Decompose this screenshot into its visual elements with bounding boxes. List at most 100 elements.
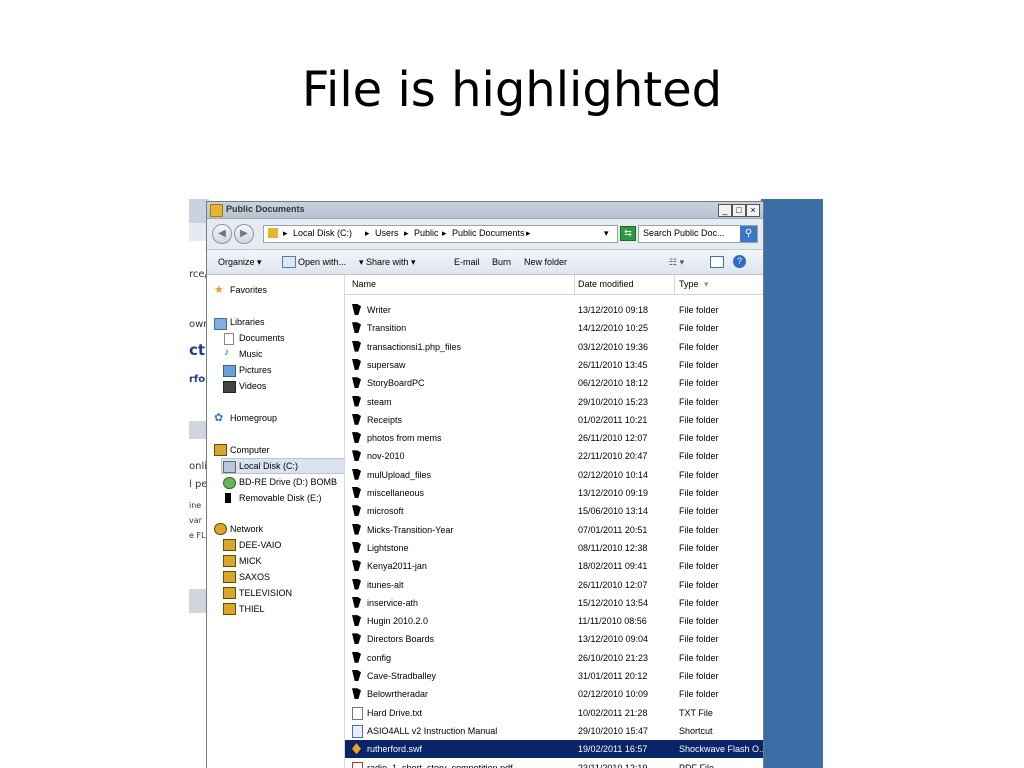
folder-icon: [352, 395, 361, 407]
nav-removable-disk[interactable]: Removable Disk (E:): [239, 493, 322, 503]
file-type: File folder: [679, 689, 719, 700]
file-date-modified: 18/02/2011 09:41: [578, 561, 648, 572]
search-icon[interactable]: ⚲: [740, 226, 757, 242]
nav-network-item[interactable]: SAXOS: [239, 572, 270, 582]
file-row[interactable]: radio_1_short_story_competition.pdf 23/11…: [345, 759, 763, 768]
sort-chevron-icon[interactable]: ▾: [704, 279, 709, 290]
file-row[interactable]: Kenya2011-jan 18/02/2011 09:41 File folder: [345, 557, 763, 575]
file-list: Name Date modified Type ▾ Writer 13/12/20…: [345, 275, 763, 768]
column-type[interactable]: Type: [679, 279, 699, 289]
file-row[interactable]: nov-2010 22/11/2010 20:47 File folder: [345, 447, 763, 465]
file-type: File folder: [679, 341, 719, 352]
nav-computer[interactable]: Computer: [230, 445, 270, 455]
window-icon: [282, 256, 296, 268]
libraries-icon: [214, 318, 227, 330]
breadcrumb-public[interactable]: Public: [414, 228, 439, 238]
search-input[interactable]: Search Public Doc... ⚲: [638, 225, 758, 243]
file-row[interactable]: miscellaneous 13/12/2010 09:19 File folder: [345, 484, 763, 502]
file-row[interactable]: Receipts 01/02/2011 10:21 File folder: [345, 411, 763, 429]
column-name[interactable]: Name: [352, 279, 376, 289]
window-title: Public Documents: [226, 204, 305, 214]
forward-button[interactable]: ▶: [234, 224, 254, 244]
file-row[interactable]: Transition 14/12/2010 10:25 File folder: [345, 319, 763, 337]
file-row[interactable]: photos from mems 26/11/2010 12:07 File fol…: [345, 429, 763, 447]
new-folder-button[interactable]: New folder: [524, 257, 567, 267]
breadcrumb-public-documents[interactable]: Public Documents: [452, 228, 525, 238]
nav-pictures[interactable]: Pictures: [239, 365, 272, 375]
file-name: transactionsi1.php_files: [367, 341, 462, 352]
file-row-selected[interactable]: rutherford.swf 19/02/2011 16:57 Shockwave …: [345, 740, 763, 759]
file-row[interactable]: Belowrtheradar 02/12/2010 10:09 File folde…: [345, 685, 763, 703]
chevron-right-icon[interactable]: ▸: [442, 228, 447, 239]
computer-icon: [223, 603, 236, 615]
nav-network-item[interactable]: DEE-VAIO: [239, 540, 281, 550]
file-type: File folder: [679, 451, 719, 462]
nav-videos[interactable]: Videos: [239, 381, 266, 391]
nav-homegroup[interactable]: Homegroup: [230, 413, 277, 423]
file-type: File folder: [679, 652, 719, 663]
file-row[interactable]: Lightstone 08/11/2010 12:38 File folder: [345, 539, 763, 557]
bg-text: l pe: [189, 479, 208, 490]
organize-button[interactable]: Organize ▾: [218, 257, 262, 268]
burn-button[interactable]: Burn: [492, 257, 511, 267]
chevron-right-icon[interactable]: ▸: [365, 228, 370, 239]
close-button[interactable]: ×: [746, 204, 760, 217]
chevron-right-icon[interactable]: ▸: [526, 228, 531, 239]
maximize-button[interactable]: □: [732, 204, 746, 217]
folder-icon: [352, 377, 361, 389]
nav-network[interactable]: Network: [230, 524, 263, 534]
nav-music[interactable]: Music: [239, 349, 263, 359]
file-row[interactable]: Micks-Transition-Year 07/01/2011 20:51 Fil…: [345, 521, 763, 539]
help-icon[interactable]: ?: [733, 255, 746, 268]
breadcrumb-users[interactable]: Users: [375, 228, 399, 238]
slide-title: File is highlighted: [301, 62, 723, 118]
address-dropdown-icon[interactable]: ▾: [604, 228, 609, 239]
column-divider[interactable]: [574, 275, 575, 294]
nav-local-disk[interactable]: Local Disk (C:): [239, 461, 298, 471]
file-row[interactable]: inservice-ath 15/12/2010 13:54 File folder: [345, 594, 763, 612]
file-type: File folder: [679, 378, 719, 389]
nav-libraries[interactable]: Libraries: [230, 317, 265, 327]
file-row[interactable]: Hard Drive.txt 10/02/2011 21:28 TXT File: [345, 704, 763, 722]
file-row[interactable]: Cave-Stradballey 31/01/2011 20:12 File fol…: [345, 667, 763, 685]
minimize-button[interactable]: _: [718, 204, 732, 217]
nav-network-item[interactable]: MICK: [239, 556, 262, 566]
file-row[interactable]: Directors Boards 13/12/2010 09:04 File fol…: [345, 630, 763, 648]
file-row[interactable]: supersaw 26/11/2010 13:45 File folder: [345, 356, 763, 374]
file-type: File folder: [679, 323, 719, 334]
nav-network-item[interactable]: TELEVISION: [239, 588, 292, 598]
file-row[interactable]: transactionsi1.php_files 03/12/2010 19:36…: [345, 338, 763, 356]
preview-pane-icon[interactable]: [710, 256, 724, 268]
refresh-icon[interactable]: ⇆: [620, 226, 636, 241]
file-row[interactable]: itunes-alt 26/11/2010 12:07 File folder: [345, 576, 763, 594]
nav-bd-drive[interactable]: BD-RE Drive (D:) BOMB: [239, 477, 337, 487]
column-divider[interactable]: [674, 275, 675, 294]
chevron-right-icon[interactable]: ▸: [283, 228, 288, 239]
title-bar: Public Documents _ □ ×: [207, 202, 763, 219]
folder-icon: [352, 670, 361, 681]
back-button[interactable]: ◀: [212, 224, 232, 244]
nav-favorites[interactable]: Favorites: [230, 285, 267, 295]
column-date-modified[interactable]: Date modified: [578, 279, 634, 289]
view-options-icon[interactable]: ☷ ▾: [669, 257, 684, 268]
email-button[interactable]: E-mail: [454, 257, 480, 267]
file-row[interactable]: config 26/10/2010 21:23 File folder: [345, 649, 763, 667]
chevron-right-icon[interactable]: ▸: [404, 228, 409, 239]
share-with-button[interactable]: ▾ Share with ▾: [359, 257, 416, 268]
folder-icon: [352, 304, 361, 315]
file-row[interactable]: Writer 13/12/2010 09:18 File folder: [345, 301, 763, 319]
address-bar[interactable]: ▸ Local Disk (C:) ▸ Users ▸ Public ▸ Pub…: [263, 225, 618, 243]
file-row[interactable]: microsoft 15/06/2010 13:14 File folder: [345, 502, 763, 520]
nav-documents[interactable]: Documents: [239, 333, 285, 343]
file-name: miscellaneous: [367, 488, 425, 498]
file-row[interactable]: steam 29/10/2010 15:23 File folder: [345, 393, 763, 411]
file-row[interactable]: Hugin 2010.2.0 11/11/2010 08:56 File folde…: [345, 612, 763, 630]
file-row[interactable]: ASIO4ALL v2 Instruction Manual 29/10/2010…: [345, 722, 763, 740]
breadcrumb-local-disk[interactable]: Local Disk (C:): [293, 228, 352, 238]
computer-icon: [214, 444, 227, 456]
open-with-button[interactable]: Open with...: [298, 257, 346, 267]
nav-network-item[interactable]: THIEL: [239, 604, 265, 614]
file-row[interactable]: StoryBoardPC 06/12/2010 18:12 File folder: [345, 374, 763, 392]
folder-icon: [352, 615, 361, 627]
file-row[interactable]: mulUpload_files 02/12/2010 10:14 File fold…: [345, 466, 763, 484]
